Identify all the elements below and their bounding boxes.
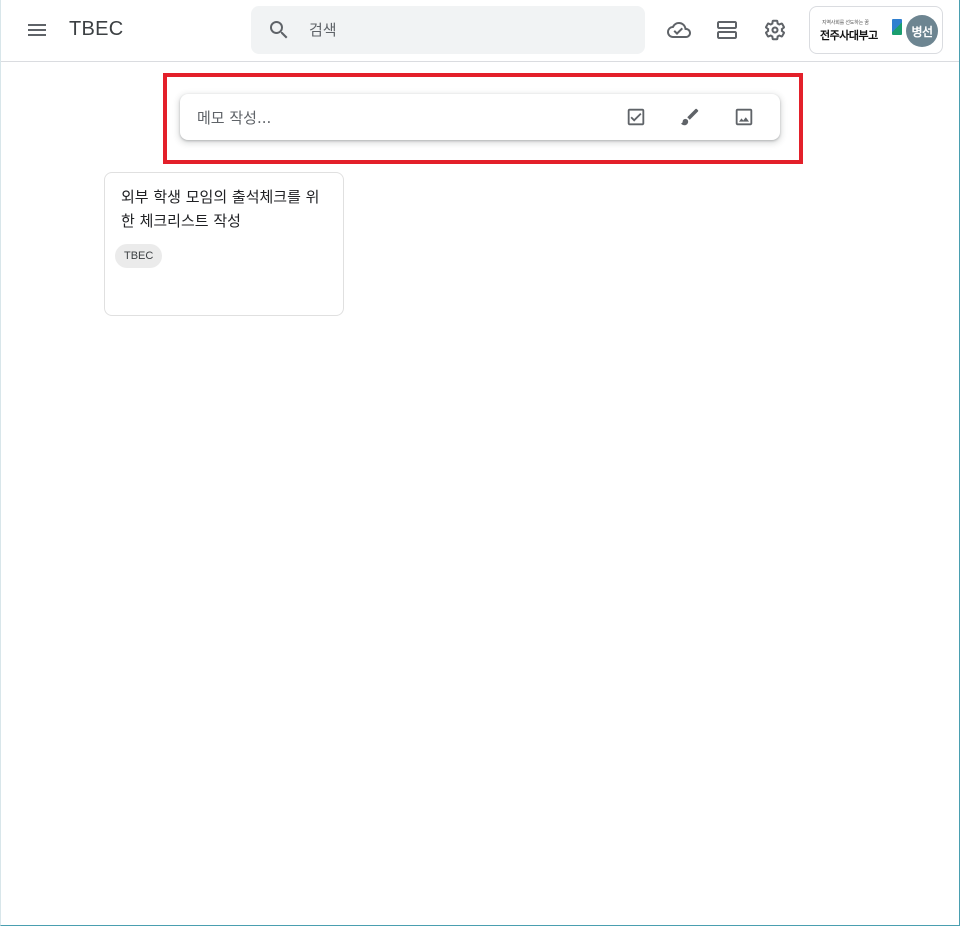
refresh-button[interactable] — [659, 10, 699, 50]
take-note-placeholder[interactable]: 메모 작성... — [197, 107, 271, 128]
note-card[interactable]: 외부 학생 모임의 출석체크를 위한 체크리스트 작성 TBEC — [104, 172, 344, 316]
new-list-icon — [627, 108, 645, 126]
menu-icon — [28, 24, 46, 36]
app-title[interactable]: TBEC — [69, 18, 124, 41]
note-title: 외부 학생 모임의 출석체크를 위한 체크리스트 작성 — [121, 188, 320, 230]
settings-button[interactable] — [755, 10, 795, 50]
org-tagline: 지역사회를 선도하는 꿈 — [822, 20, 869, 26]
new-list-button[interactable] — [617, 98, 655, 136]
list-view-button[interactable] — [707, 10, 747, 50]
new-drawing-button[interactable] — [671, 98, 709, 136]
settings-icon — [764, 19, 786, 41]
account-switcher[interactable]: 지역사회를 선도하는 꿈 전주사대부고 병선 — [809, 6, 943, 54]
search-bar[interactable] — [251, 6, 645, 54]
avatar[interactable]: 병선 — [906, 15, 938, 47]
search-icon[interactable] — [267, 18, 291, 42]
organization-logo: 지역사회를 선도하는 꿈 전주사대부고 — [820, 19, 902, 45]
main-menu-button[interactable] — [17, 10, 57, 50]
new-drawing-icon — [680, 108, 699, 126]
cloud-done-icon — [667, 22, 691, 38]
take-note-bar[interactable]: 메모 작성... — [180, 94, 780, 140]
new-image-button[interactable] — [725, 98, 763, 136]
note-label-chip[interactable]: TBEC — [115, 244, 163, 268]
org-mark-icon — [892, 19, 902, 35]
list-view-icon — [717, 21, 737, 39]
new-image-icon — [735, 108, 753, 126]
top-bar: TBEC 지역사회를 선도하는 꿈 전주사대부고 병선 — [0, 0, 960, 62]
org-name: 전주사대부고 — [820, 29, 878, 42]
search-input[interactable] — [309, 16, 629, 44]
